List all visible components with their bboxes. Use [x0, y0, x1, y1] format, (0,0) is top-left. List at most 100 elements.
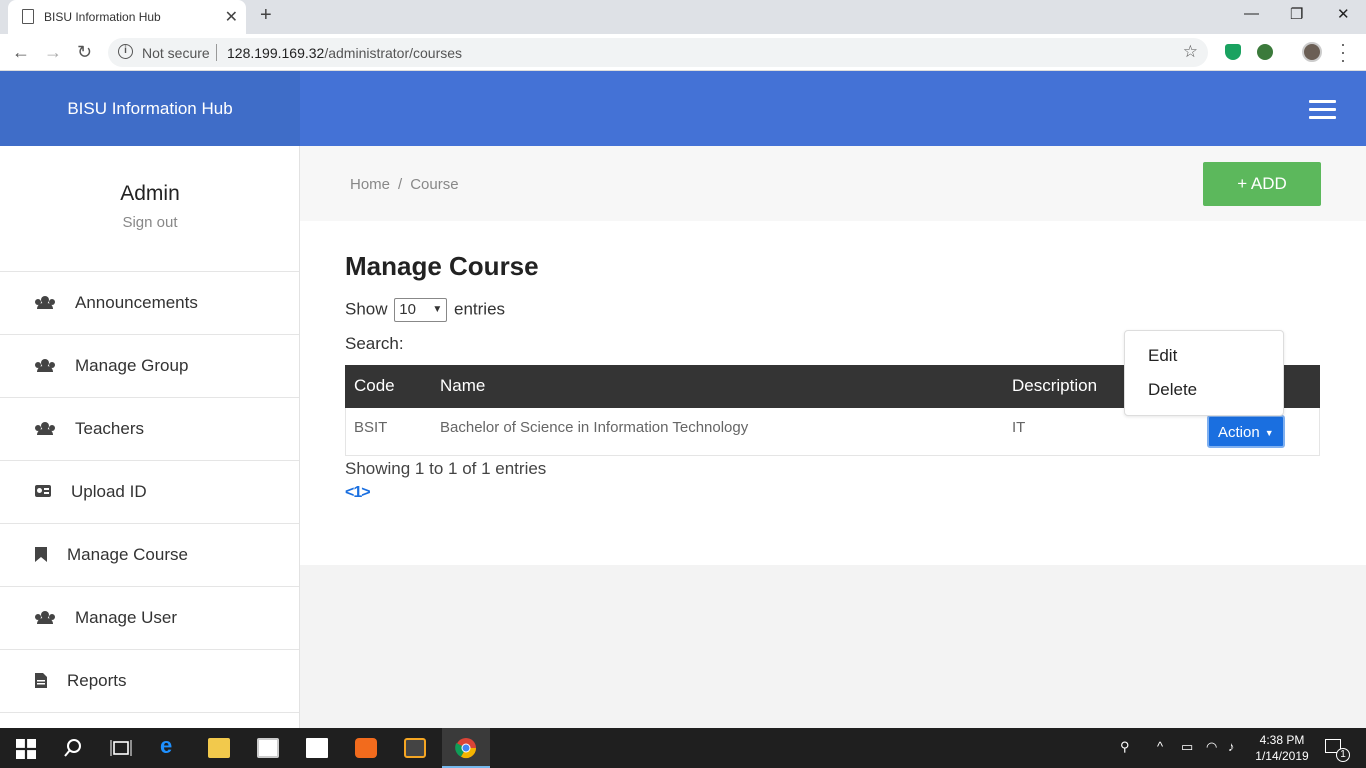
- column-header-code[interactable]: Code: [354, 376, 395, 396]
- bookmark-star-icon[interactable]: ☆: [1183, 42, 1198, 62]
- browser-tab[interactable]: BISU Information Hub ✕: [8, 0, 246, 34]
- bookmark-icon: [35, 547, 47, 565]
- sidebar-item-manage-user[interactable]: Manage User: [0, 587, 299, 650]
- task-view-icon[interactable]: [110, 738, 132, 758]
- browser-tabbar: BISU Information Hub ✕ + — ❐ ✕: [0, 0, 1366, 34]
- sidebar-item-label: Manage User: [75, 608, 178, 627]
- xampp-icon[interactable]: [355, 738, 377, 758]
- breadcrumb-separator: /: [398, 176, 403, 193]
- new-tab-button[interactable]: +: [260, 4, 272, 27]
- reload-icon[interactable]: ↻: [77, 42, 92, 63]
- cell-description: IT: [1012, 419, 1026, 436]
- breadcrumb-home[interactable]: Home: [350, 176, 390, 193]
- column-header-description[interactable]: Description: [1012, 376, 1097, 396]
- pagination: <1>: [345, 484, 371, 502]
- edit-menu-item[interactable]: Edit: [1148, 346, 1177, 366]
- taskbar: e ⚲ ^ ▭ ◠ ♪ 4:38 PM 1/14/2019 1: [0, 728, 1366, 768]
- id-card-icon: [35, 484, 51, 500]
- browser-menu-icon[interactable]: · · ·: [1340, 35, 1346, 69]
- users-icon: [35, 421, 55, 437]
- entries-length-control: Show 10 ▼ entries: [345, 298, 505, 322]
- sidebar-item-label: Upload ID: [71, 482, 147, 501]
- breadcrumb-current: Course: [410, 176, 459, 193]
- restore-button[interactable]: ❐: [1290, 5, 1303, 23]
- entries-label: entries: [454, 299, 506, 319]
- breadcrumb: Home / Course: [350, 176, 459, 193]
- battery-icon[interactable]: ▭: [1181, 739, 1193, 755]
- browser-toolbar: ← → ↻ i Not secure 128.199.169.32/admini…: [0, 34, 1366, 71]
- column-header-name[interactable]: Name: [440, 376, 485, 396]
- top-navbar: [300, 71, 1366, 146]
- clock-time: 4:38 PM: [1259, 733, 1305, 747]
- sidebar-item-label: Teachers: [75, 419, 144, 438]
- info-icon[interactable]: i: [118, 44, 133, 59]
- file-icon: [35, 673, 47, 691]
- cell-code: BSIT: [354, 419, 388, 436]
- sidebar-item-teachers[interactable]: Teachers: [0, 398, 299, 461]
- cell-name: Bachelor of Science in Information Techn…: [440, 419, 749, 436]
- sidebar-item-manage-group[interactable]: Manage Group: [0, 335, 299, 398]
- breadcrumb-bar: Home / Course + ADD: [300, 146, 1366, 221]
- globe-extension-icon[interactable]: [1257, 44, 1273, 60]
- entries-value: 10: [399, 301, 416, 318]
- sidebar-item-announcements[interactable]: Announcements: [0, 272, 299, 335]
- table-info: Showing 1 to 1 of 1 entries: [345, 459, 547, 478]
- sidebar-item-label: Manage Course: [67, 545, 188, 564]
- caret-down-icon: ▼: [432, 304, 443, 315]
- sidebar-item-label: Announcements: [75, 293, 198, 312]
- notification-count: 1: [1336, 748, 1350, 762]
- search-label: Search:: [345, 334, 404, 353]
- hamburger-menu-icon[interactable]: [1309, 100, 1336, 124]
- action-dropdown-button[interactable]: Action ▼: [1207, 415, 1285, 448]
- caret-down-icon: ▼: [1264, 427, 1274, 438]
- sidebar: Admin Sign out Announcements Manage Grou…: [0, 146, 300, 728]
- people-icon[interactable]: ⚲: [1120, 739, 1130, 755]
- shield-extension-icon[interactable]: [1225, 44, 1241, 60]
- sidebar-item-manage-course[interactable]: Manage Course: [0, 524, 299, 587]
- sublime-text-icon[interactable]: [404, 738, 426, 758]
- url-path: /administrator/courses: [324, 45, 463, 61]
- main-content: Manage Course Show 10 ▼ entries Search: C…: [300, 221, 1366, 565]
- brand-title[interactable]: BISU Information Hub: [0, 71, 300, 146]
- minimize-button[interactable]: —: [1244, 5, 1259, 22]
- search-icon[interactable]: [62, 738, 84, 758]
- clock-date: 1/14/2019: [1255, 749, 1309, 763]
- sidebar-item-upload-id[interactable]: Upload ID: [0, 461, 299, 524]
- url-host: 128.199.169.32: [227, 45, 325, 61]
- action-label: Action: [1218, 424, 1260, 441]
- store-icon[interactable]: [257, 738, 279, 758]
- chevron-up-icon[interactable]: ^: [1157, 739, 1163, 754]
- delete-menu-item[interactable]: Delete: [1148, 380, 1197, 400]
- next-page-button[interactable]: >: [361, 484, 370, 501]
- address-bar[interactable]: i Not secure 128.199.169.32/administrato…: [108, 38, 1208, 67]
- sidebar-item-reports[interactable]: Reports: [0, 650, 299, 713]
- sidebar-menu: Announcements Manage Group Teachers Uplo…: [0, 271, 299, 713]
- sign-out-link[interactable]: Sign out: [0, 214, 299, 231]
- tab-close-icon[interactable]: ✕: [225, 7, 238, 27]
- users-icon: [35, 295, 55, 311]
- users-icon: [35, 610, 55, 626]
- back-arrow-icon[interactable]: ←: [12, 42, 30, 63]
- action-dropdown-menu: Edit Delete: [1124, 330, 1284, 416]
- volume-icon[interactable]: ♪: [1228, 739, 1235, 754]
- wifi-icon[interactable]: ◠: [1206, 739, 1217, 755]
- url-text[interactable]: 128.199.169.32/administrator/courses: [227, 45, 462, 61]
- add-button[interactable]: + ADD: [1203, 162, 1321, 206]
- file-explorer-icon[interactable]: [208, 738, 230, 758]
- windows-start-icon[interactable]: [15, 739, 37, 759]
- close-window-button[interactable]: ✕: [1337, 5, 1350, 23]
- edge-browser-icon[interactable]: e: [160, 733, 182, 758]
- sidebar-item-label: Reports: [67, 671, 127, 690]
- forward-arrow-icon[interactable]: →: [44, 42, 62, 63]
- users-icon: [35, 358, 55, 374]
- security-label: Not secure: [142, 45, 210, 61]
- address-divider: [216, 44, 217, 61]
- entries-select[interactable]: 10 ▼: [394, 298, 448, 322]
- system-clock[interactable]: 4:38 PM 1/14/2019: [1252, 732, 1312, 764]
- tab-title: BISU Information Hub: [44, 10, 161, 24]
- user-name: Admin: [120, 182, 180, 205]
- chrome-taskbar-item[interactable]: [442, 728, 490, 768]
- mail-icon[interactable]: [306, 738, 328, 758]
- profile-avatar[interactable]: [1302, 42, 1322, 62]
- chrome-icon: [455, 738, 477, 759]
